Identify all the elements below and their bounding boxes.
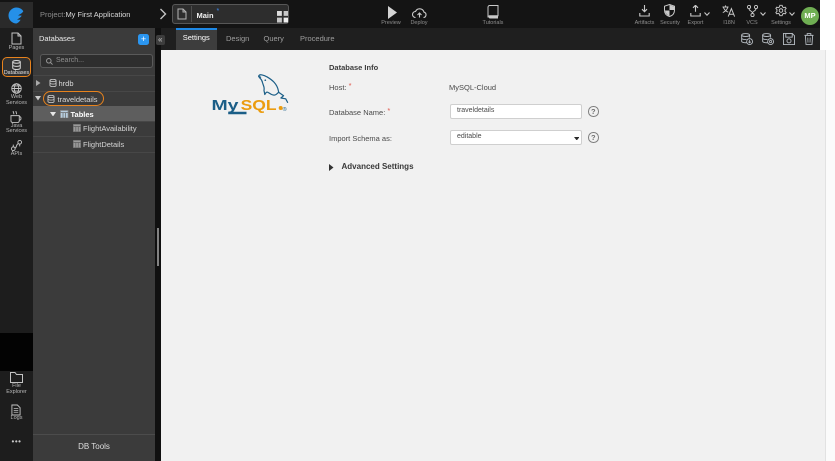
svg-text:SQL: SQL	[241, 97, 277, 114]
svg-text:®: ®	[283, 106, 287, 113]
svg-text:My: My	[212, 97, 240, 114]
